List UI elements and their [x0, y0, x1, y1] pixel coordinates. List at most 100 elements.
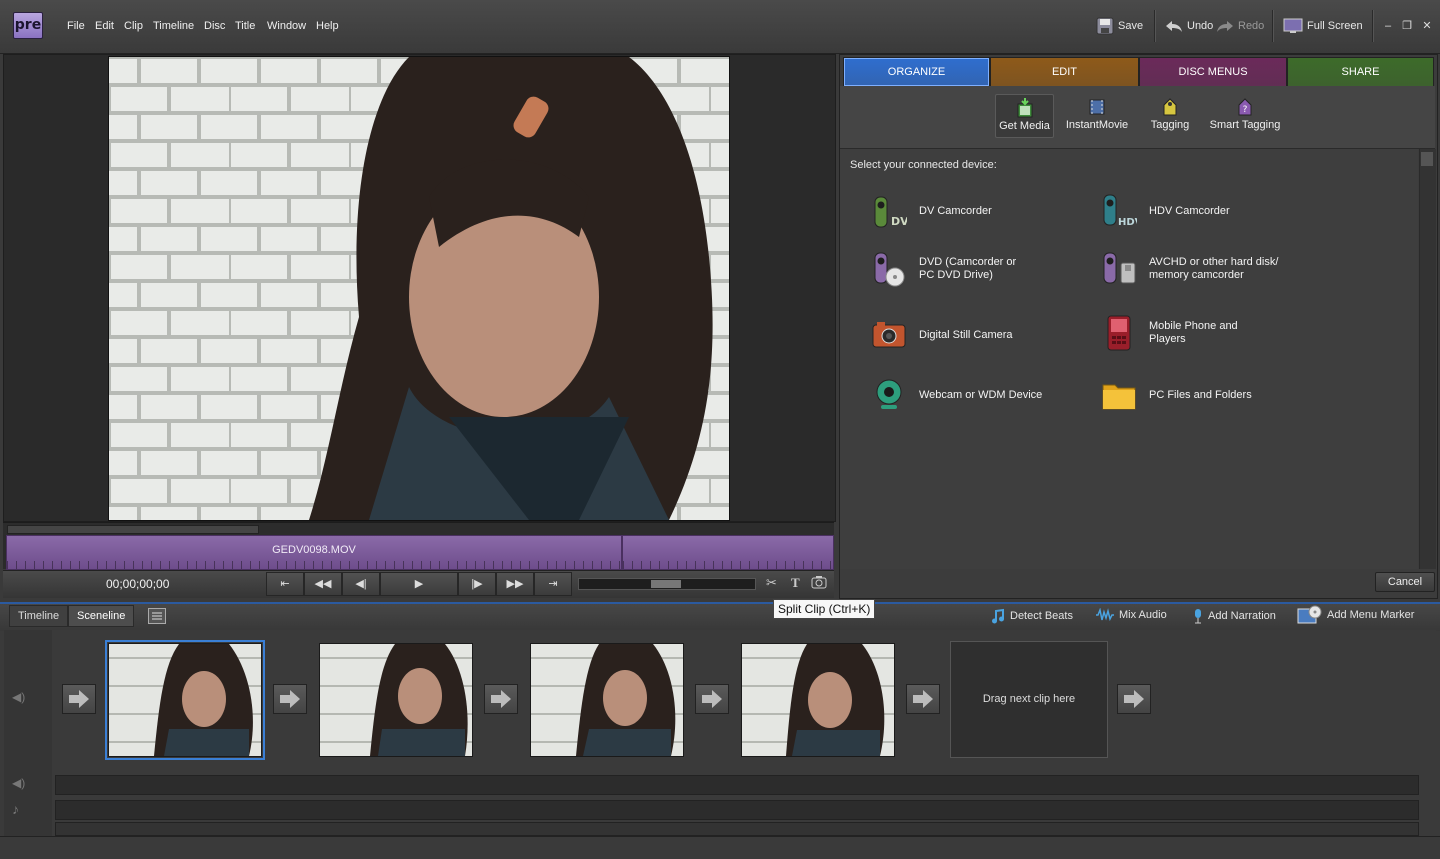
add-narration-button[interactable]: Add Narration — [1192, 608, 1276, 624]
subtab-smart-tagging[interactable]: ? Smart Tagging — [1206, 94, 1284, 136]
folder-icon — [1102, 384, 1136, 410]
scene-clip[interactable] — [530, 643, 684, 757]
clip-thumbnail — [531, 644, 683, 756]
tab-organize[interactable]: ORGANIZE — [843, 57, 990, 87]
subtab-instant-movie[interactable]: InstantMovie — [1062, 94, 1132, 136]
menu-help[interactable]: Help — [316, 20, 339, 32]
split-clip-icon[interactable]: ✂ — [766, 575, 782, 591]
detect-beats-button[interactable]: Detect Beats — [990, 608, 1073, 624]
transition-slot[interactable] — [1117, 684, 1151, 714]
step-forward-button[interactable]: |▶ — [458, 572, 496, 596]
menu-clip[interactable]: Clip — [124, 20, 143, 32]
video-preview[interactable] — [108, 56, 730, 521]
narration-track[interactable] — [55, 775, 1419, 795]
rewind-button[interactable]: ◀◀ — [304, 572, 342, 596]
transition-slot[interactable] — [273, 684, 307, 714]
device-label: Mobile Phone and Players — [1149, 320, 1238, 345]
tab-timeline[interactable]: Timeline — [9, 605, 69, 627]
subtab-label: Get Media — [999, 120, 1050, 132]
music-note-icon — [992, 608, 1004, 624]
tagging-icon — [1163, 98, 1177, 116]
clip-segment[interactable] — [622, 535, 834, 570]
monitor-scrub-bar[interactable] — [3, 522, 834, 535]
set-in-button[interactable]: ⇤ — [266, 572, 304, 596]
set-out-button[interactable]: ⇥ — [534, 572, 572, 596]
redo-icon — [1217, 21, 1233, 32]
dv-camcorder-icon: DV — [874, 196, 907, 228]
clip-name: GEDV0098.MOV — [272, 544, 356, 556]
device-pc-files[interactable]: PC Files and Folders — [1101, 377, 1252, 413]
device-hdv-camcorder[interactable]: HDV HDV Camcorder — [1101, 193, 1230, 229]
cancel-button[interactable]: Cancel — [1375, 572, 1435, 592]
action-label: Add Menu Marker — [1327, 609, 1415, 621]
device-avchd[interactable]: AVCHD or other hard disk/ memory camcord… — [1101, 251, 1278, 287]
subtab-tagging[interactable]: Tagging — [1146, 94, 1194, 136]
subtab-label: Tagging — [1150, 119, 1190, 131]
shuttle-slider[interactable] — [578, 578, 756, 590]
zoom-range-slider[interactable] — [7, 525, 259, 534]
transition-slot[interactable] — [906, 684, 940, 714]
arrow-right-icon — [69, 690, 89, 708]
transition-slot[interactable] — [484, 684, 518, 714]
device-mobile-phone[interactable]: Mobile Phone and Players — [1101, 315, 1238, 351]
transition-slot[interactable] — [62, 684, 96, 714]
close-icon[interactable]: ✕ — [1420, 19, 1434, 33]
timecode-display[interactable]: 00;00;00;00 — [106, 577, 169, 591]
undo-button[interactable]: Undo — [1165, 16, 1213, 36]
device-dvd[interactable]: DVD (Camcorder or PC DVD Drive) — [871, 251, 1016, 287]
shuttle-handle[interactable] — [651, 580, 681, 588]
scene-clip[interactable] — [741, 643, 895, 757]
device-list-scrollbar[interactable] — [1419, 149, 1436, 569]
menu-edit[interactable]: Edit — [95, 20, 114, 32]
minimize-icon[interactable]: – — [1381, 19, 1395, 33]
full-screen-button[interactable]: Full Screen — [1283, 16, 1363, 36]
drop-zone[interactable]: Drag next clip here — [950, 641, 1108, 758]
audio-waveform-icon — [1096, 608, 1114, 622]
step-back-button[interactable]: ◀| — [342, 572, 380, 596]
add-text-icon[interactable]: T — [791, 575, 807, 591]
fast-forward-button[interactable]: ▶▶ — [496, 572, 534, 596]
camera-icon — [872, 322, 906, 348]
redo-button[interactable]: Redo — [1216, 16, 1264, 36]
play-button[interactable]: ▶ — [380, 572, 458, 596]
device-dv-camcorder[interactable]: DV DV Camcorder — [871, 193, 992, 229]
scene-clip[interactable] — [105, 640, 265, 760]
arrow-right-icon — [1124, 690, 1144, 708]
menu-title[interactable]: Title — [235, 20, 255, 32]
device-webcam[interactable]: Webcam or WDM Device — [871, 377, 1042, 413]
action-label: Add Narration — [1208, 610, 1276, 622]
tab-edit[interactable]: EDIT — [990, 57, 1139, 87]
device-still-camera[interactable]: Digital Still Camera — [871, 317, 1013, 353]
tab-sceneline[interactable]: Sceneline — [68, 605, 135, 627]
monitor-icon — [1283, 18, 1303, 33]
narration-icon: ◀) — [12, 776, 26, 790]
device-label: HDV Camcorder — [1149, 204, 1230, 217]
menu-timeline[interactable]: Timeline — [153, 20, 194, 32]
freeze-frame-icon[interactable] — [811, 575, 827, 591]
time-ruler — [623, 561, 833, 569]
save-icon — [1096, 17, 1114, 35]
sceneline-scrollbar[interactable] — [55, 822, 1419, 836]
avchd-icon — [1103, 252, 1136, 284]
menu-marker-icon — [1297, 605, 1322, 624]
menu-file[interactable]: File — [67, 20, 85, 32]
soundtrack-track[interactable] — [55, 800, 1419, 820]
subtab-bar — [840, 86, 1435, 149]
device-label: DVD (Camcorder or PC DVD Drive) — [919, 256, 1017, 281]
properties-list-icon[interactable] — [148, 608, 166, 624]
clip-segment[interactable]: GEDV0098.MOV — [6, 535, 622, 570]
save-button[interactable]: Save — [1096, 16, 1143, 36]
restore-icon[interactable]: ❐ — [1400, 19, 1414, 33]
scrollbar-thumb[interactable] — [1421, 152, 1433, 166]
subtab-get-media[interactable]: Get Media — [995, 94, 1054, 138]
redo-label: Redo — [1238, 20, 1265, 32]
add-menu-marker-button[interactable]: Add Menu Marker — [1297, 605, 1414, 625]
transition-slot[interactable] — [695, 684, 729, 714]
tab-disc-menus[interactable]: DISC MENUS — [1139, 57, 1287, 87]
device-label: DV Camcorder — [919, 204, 992, 217]
menu-window[interactable]: Window — [267, 20, 306, 32]
mix-audio-button[interactable]: Mix Audio — [1095, 608, 1167, 622]
tab-share[interactable]: SHARE — [1287, 57, 1434, 87]
menu-disc[interactable]: Disc — [204, 20, 225, 32]
scene-clip[interactable] — [319, 643, 473, 757]
